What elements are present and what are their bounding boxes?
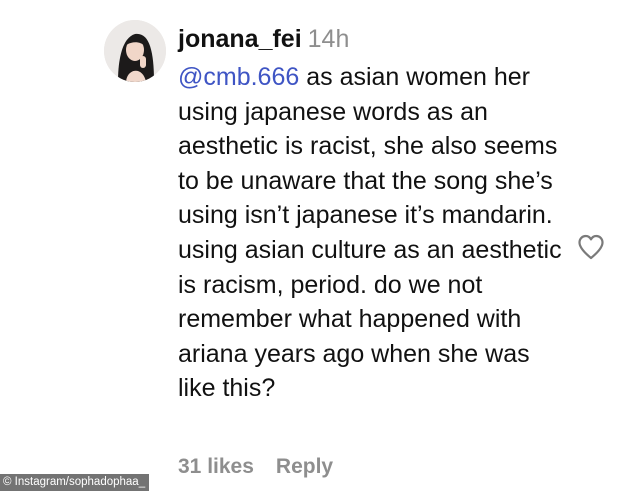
comment-timestamp: 14h xyxy=(307,25,350,53)
heart-outline-icon[interactable] xyxy=(576,232,606,262)
avatar[interactable] xyxy=(104,20,166,82)
likes-count[interactable]: 31 likes xyxy=(178,455,254,478)
reply-button[interactable]: Reply xyxy=(276,455,333,478)
avatar-photo xyxy=(104,20,166,82)
comment-meta: 31 likes Reply xyxy=(178,452,333,482)
username-link[interactable]: jonana_fei xyxy=(178,25,302,53)
mention-link[interactable]: @cmb.666 xyxy=(178,63,299,91)
comment-text: as asian women her using japanese words … xyxy=(178,63,562,403)
comment-body: @cmb.666 as asian women her using japane… xyxy=(178,60,573,406)
comment-header: jonana_fei 14h xyxy=(178,21,349,57)
image-credit: © Instagram/sophadophaa_ xyxy=(0,474,150,491)
